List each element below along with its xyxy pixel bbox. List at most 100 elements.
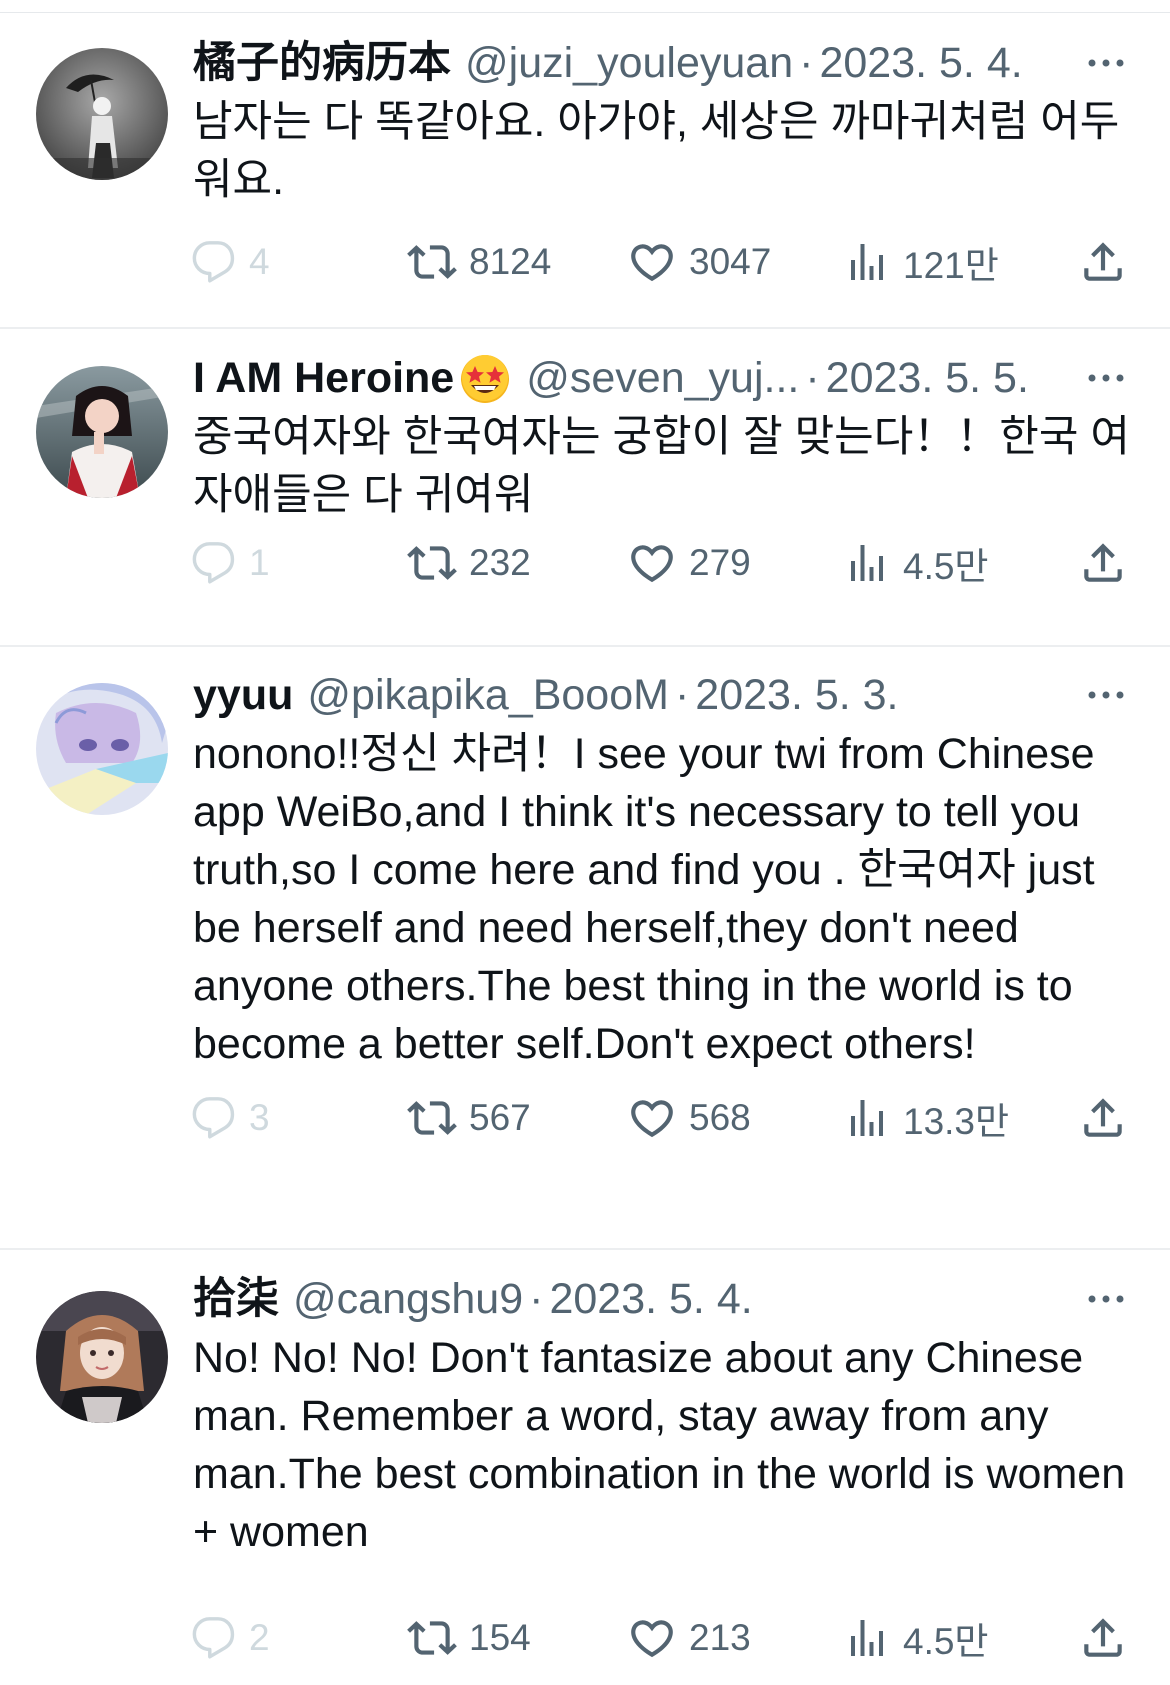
tweet[interactable]: yyuu @pikapika_BoooM · 2023. 5. 3. nonon… bbox=[0, 647, 1170, 1250]
view-count: 4.5만 bbox=[903, 546, 989, 587]
separator-dot: · bbox=[805, 354, 820, 402]
view-count: 121만 bbox=[903, 245, 999, 286]
share-button[interactable] bbox=[1078, 533, 1128, 593]
like-button[interactable]: 213 bbox=[627, 1608, 751, 1668]
more-options-button[interactable] bbox=[1082, 663, 1130, 727]
action-bar: 4 8124 3047 121만 bbox=[193, 232, 1130, 292]
share-icon bbox=[1078, 1613, 1128, 1663]
retweet-icon bbox=[407, 1613, 457, 1663]
avatar-singer-photo bbox=[36, 366, 168, 498]
more-options-button[interactable] bbox=[1082, 1267, 1130, 1331]
display-name[interactable]: 拾柒 bbox=[193, 1267, 279, 1331]
share-button[interactable] bbox=[1078, 1088, 1128, 1148]
separator-dot: · bbox=[799, 39, 814, 87]
handle[interactable]: @seven_yuj... bbox=[526, 346, 799, 410]
separator-dot: · bbox=[674, 671, 690, 719]
reply-icon bbox=[191, 1615, 237, 1661]
views-button[interactable]: 4.5만 bbox=[843, 1608, 988, 1668]
timestamp[interactable]: 2023. 5. 3. bbox=[695, 663, 898, 727]
heart-icon bbox=[627, 1613, 677, 1663]
like-button[interactable]: 3047 bbox=[627, 232, 771, 292]
views-button[interactable]: 13.3만 bbox=[843, 1088, 1009, 1148]
views-button[interactable]: 121만 bbox=[843, 232, 999, 292]
views-icon bbox=[843, 1614, 891, 1662]
retweet-count: 8124 bbox=[469, 241, 552, 282]
reply-button[interactable]: 3 bbox=[191, 1088, 270, 1148]
avatar-selfie-photo bbox=[36, 1291, 168, 1423]
heart-icon bbox=[627, 237, 677, 287]
star-struck-emoji-icon bbox=[461, 355, 510, 403]
more-icon bbox=[1085, 371, 1127, 385]
action-bar: 2 154 213 4.5만 bbox=[193, 1608, 1130, 1668]
more-icon bbox=[1085, 1292, 1127, 1306]
view-count: 4.5만 bbox=[903, 1621, 989, 1662]
tweet-text: 중국여자와 한국여자는 궁합이 잘 맞는다！！한국 여자애들은 다 귀여워 bbox=[193, 413, 1130, 519]
reply-icon bbox=[191, 239, 237, 285]
share-icon bbox=[1078, 237, 1128, 287]
tweet-header: I AM Heroine @seven_yuj... · 2023. 5. 5. bbox=[193, 346, 1130, 410]
tweet[interactable]: 拾柒 @cangshu9 · 2023. 5. 4. No! No! No! D… bbox=[0, 1250, 1170, 1685]
timestamp[interactable]: 2023. 5. 4. bbox=[549, 1267, 752, 1331]
heart-icon bbox=[627, 1093, 677, 1143]
like-button[interactable]: 279 bbox=[627, 533, 751, 593]
retweet-button[interactable]: 154 bbox=[407, 1608, 531, 1668]
handle[interactable]: @pikapika_BoooM bbox=[307, 663, 669, 727]
avatar[interactable] bbox=[36, 366, 168, 498]
more-options-button[interactable] bbox=[1082, 31, 1130, 95]
action-bar: 3 567 568 13.3만 bbox=[193, 1088, 1130, 1148]
more-options-button[interactable] bbox=[1082, 346, 1130, 410]
view-count: 13.3만 bbox=[903, 1101, 1010, 1142]
reply-button[interactable]: 1 bbox=[191, 533, 270, 593]
retweet-count: 154 bbox=[469, 1617, 531, 1658]
avatar-umbrella-person-bw bbox=[36, 48, 168, 180]
display-name[interactable]: yyuu bbox=[193, 663, 293, 727]
more-icon bbox=[1085, 688, 1127, 702]
retweet-count: 567 bbox=[469, 1097, 531, 1138]
handle[interactable]: @juzi_youleyuan bbox=[465, 31, 793, 95]
tweet-text: 남자는 다 똑같아요. 아가야, 세상은 까마귀처럼 어두워요. bbox=[193, 98, 1120, 204]
reply-count: 4 bbox=[249, 241, 270, 282]
views-icon bbox=[843, 539, 891, 587]
retweet-button[interactable]: 567 bbox=[407, 1088, 531, 1148]
reply-count: 2 bbox=[249, 1617, 270, 1658]
display-name[interactable]: 橘子的病历本 bbox=[193, 31, 451, 95]
avatar[interactable] bbox=[36, 1291, 168, 1423]
retweet-icon bbox=[407, 538, 457, 588]
like-count: 3047 bbox=[689, 241, 772, 282]
display-name[interactable]: I AM Heroine bbox=[193, 346, 454, 410]
tweet-text: No! No! No! Don't fantasize about any Ch… bbox=[193, 1334, 1126, 1556]
handle[interactable]: @cangshu9 bbox=[293, 1267, 523, 1331]
like-button[interactable]: 568 bbox=[627, 1088, 751, 1148]
share-icon bbox=[1078, 538, 1128, 588]
tweet-header: 橘子的病历本 @juzi_youleyuan · 2023. 5. 4. bbox=[193, 31, 1130, 95]
views-icon bbox=[843, 1094, 891, 1142]
views-icon bbox=[843, 238, 891, 286]
tweet[interactable]: 橘子的病历本 @juzi_youleyuan · 2023. 5. 4. 남자는… bbox=[0, 13, 1170, 329]
retweet-button[interactable]: 232 bbox=[407, 533, 531, 593]
reply-button[interactable]: 2 bbox=[191, 1608, 270, 1668]
tweet-header: 拾柒 @cangshu9 · 2023. 5. 4. bbox=[193, 1267, 1130, 1331]
retweet-button[interactable]: 8124 bbox=[407, 232, 551, 292]
reply-count: 3 bbox=[249, 1097, 270, 1138]
avatar[interactable] bbox=[36, 683, 168, 815]
retweet-icon bbox=[407, 1093, 457, 1143]
reply-count: 1 bbox=[249, 542, 270, 583]
share-button[interactable] bbox=[1078, 232, 1128, 292]
tweet-text: nonono!!정신 차려！I see your twi from Chines… bbox=[193, 730, 1095, 1068]
reply-button[interactable]: 4 bbox=[191, 232, 270, 292]
separator-dot: · bbox=[529, 1275, 544, 1323]
like-count: 213 bbox=[689, 1617, 751, 1658]
reply-icon bbox=[191, 540, 237, 586]
timestamp[interactable]: 2023. 5. 5. bbox=[826, 346, 1029, 410]
like-count: 279 bbox=[689, 542, 751, 583]
tweet[interactable]: I AM Heroine @seven_yuj... · 2023. 5. 5.… bbox=[0, 329, 1170, 647]
avatar[interactable] bbox=[36, 48, 168, 180]
more-icon bbox=[1085, 56, 1127, 70]
tweet-header: yyuu @pikapika_BoooM · 2023. 5. 3. bbox=[193, 663, 1130, 727]
views-button[interactable]: 4.5만 bbox=[843, 533, 988, 593]
timestamp[interactable]: 2023. 5. 4. bbox=[819, 31, 1022, 95]
share-icon bbox=[1078, 1093, 1128, 1143]
share-button[interactable] bbox=[1078, 1608, 1128, 1668]
avatar-anime-illustration bbox=[36, 683, 168, 815]
retweet-count: 232 bbox=[469, 542, 531, 583]
